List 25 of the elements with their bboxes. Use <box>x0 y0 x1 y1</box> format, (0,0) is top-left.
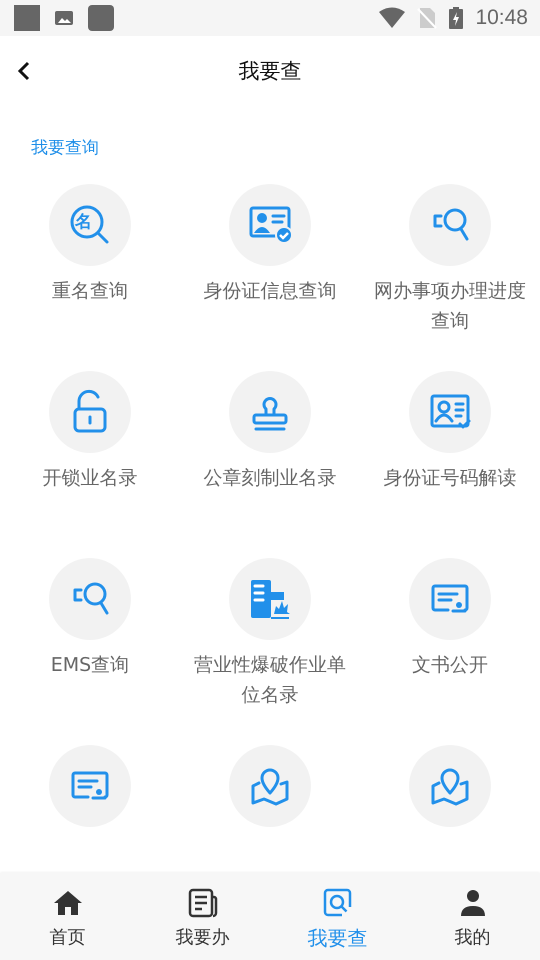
battery-icon <box>449 7 464 29</box>
tab[interactable]: 首页 <box>0 873 135 960</box>
item-label[interactable]: 开锁业名录 <box>10 463 170 493</box>
no-sim-icon <box>417 7 438 29</box>
item-label[interactable]: 网办事项办理进度查询 <box>370 276 530 336</box>
page-title: 我要查 <box>238 58 302 85</box>
document-icon <box>186 887 218 919</box>
item-label[interactable]: 身份证信息查询 <box>190 276 350 306</box>
item-label[interactable]: 文书公开 <box>370 650 530 680</box>
item-label[interactable]: EMS查询 <box>10 650 170 680</box>
wifi-icon <box>379 7 406 29</box>
image-icon <box>54 8 74 28</box>
tab[interactable]: 我要查 <box>270 873 405 960</box>
tab[interactable]: 我的 <box>405 873 540 960</box>
back-icon[interactable] <box>17 61 31 81</box>
section-title: 我要查询 <box>30 137 99 160</box>
item-label[interactable]: 公章刻制业名录 <box>190 463 350 493</box>
search-icon <box>322 887 354 919</box>
tab[interactable]: 我要办 <box>135 873 270 960</box>
notification-icon <box>14 5 40 31</box>
item-label[interactable]: 身份证号码解读 <box>370 463 530 493</box>
notification-icon <box>88 5 114 31</box>
clock: 10:48 <box>475 6 528 30</box>
item-label[interactable]: 营业性爆破作业单位名录 <box>190 650 350 710</box>
item-label[interactable]: 重名查询 <box>10 276 170 306</box>
